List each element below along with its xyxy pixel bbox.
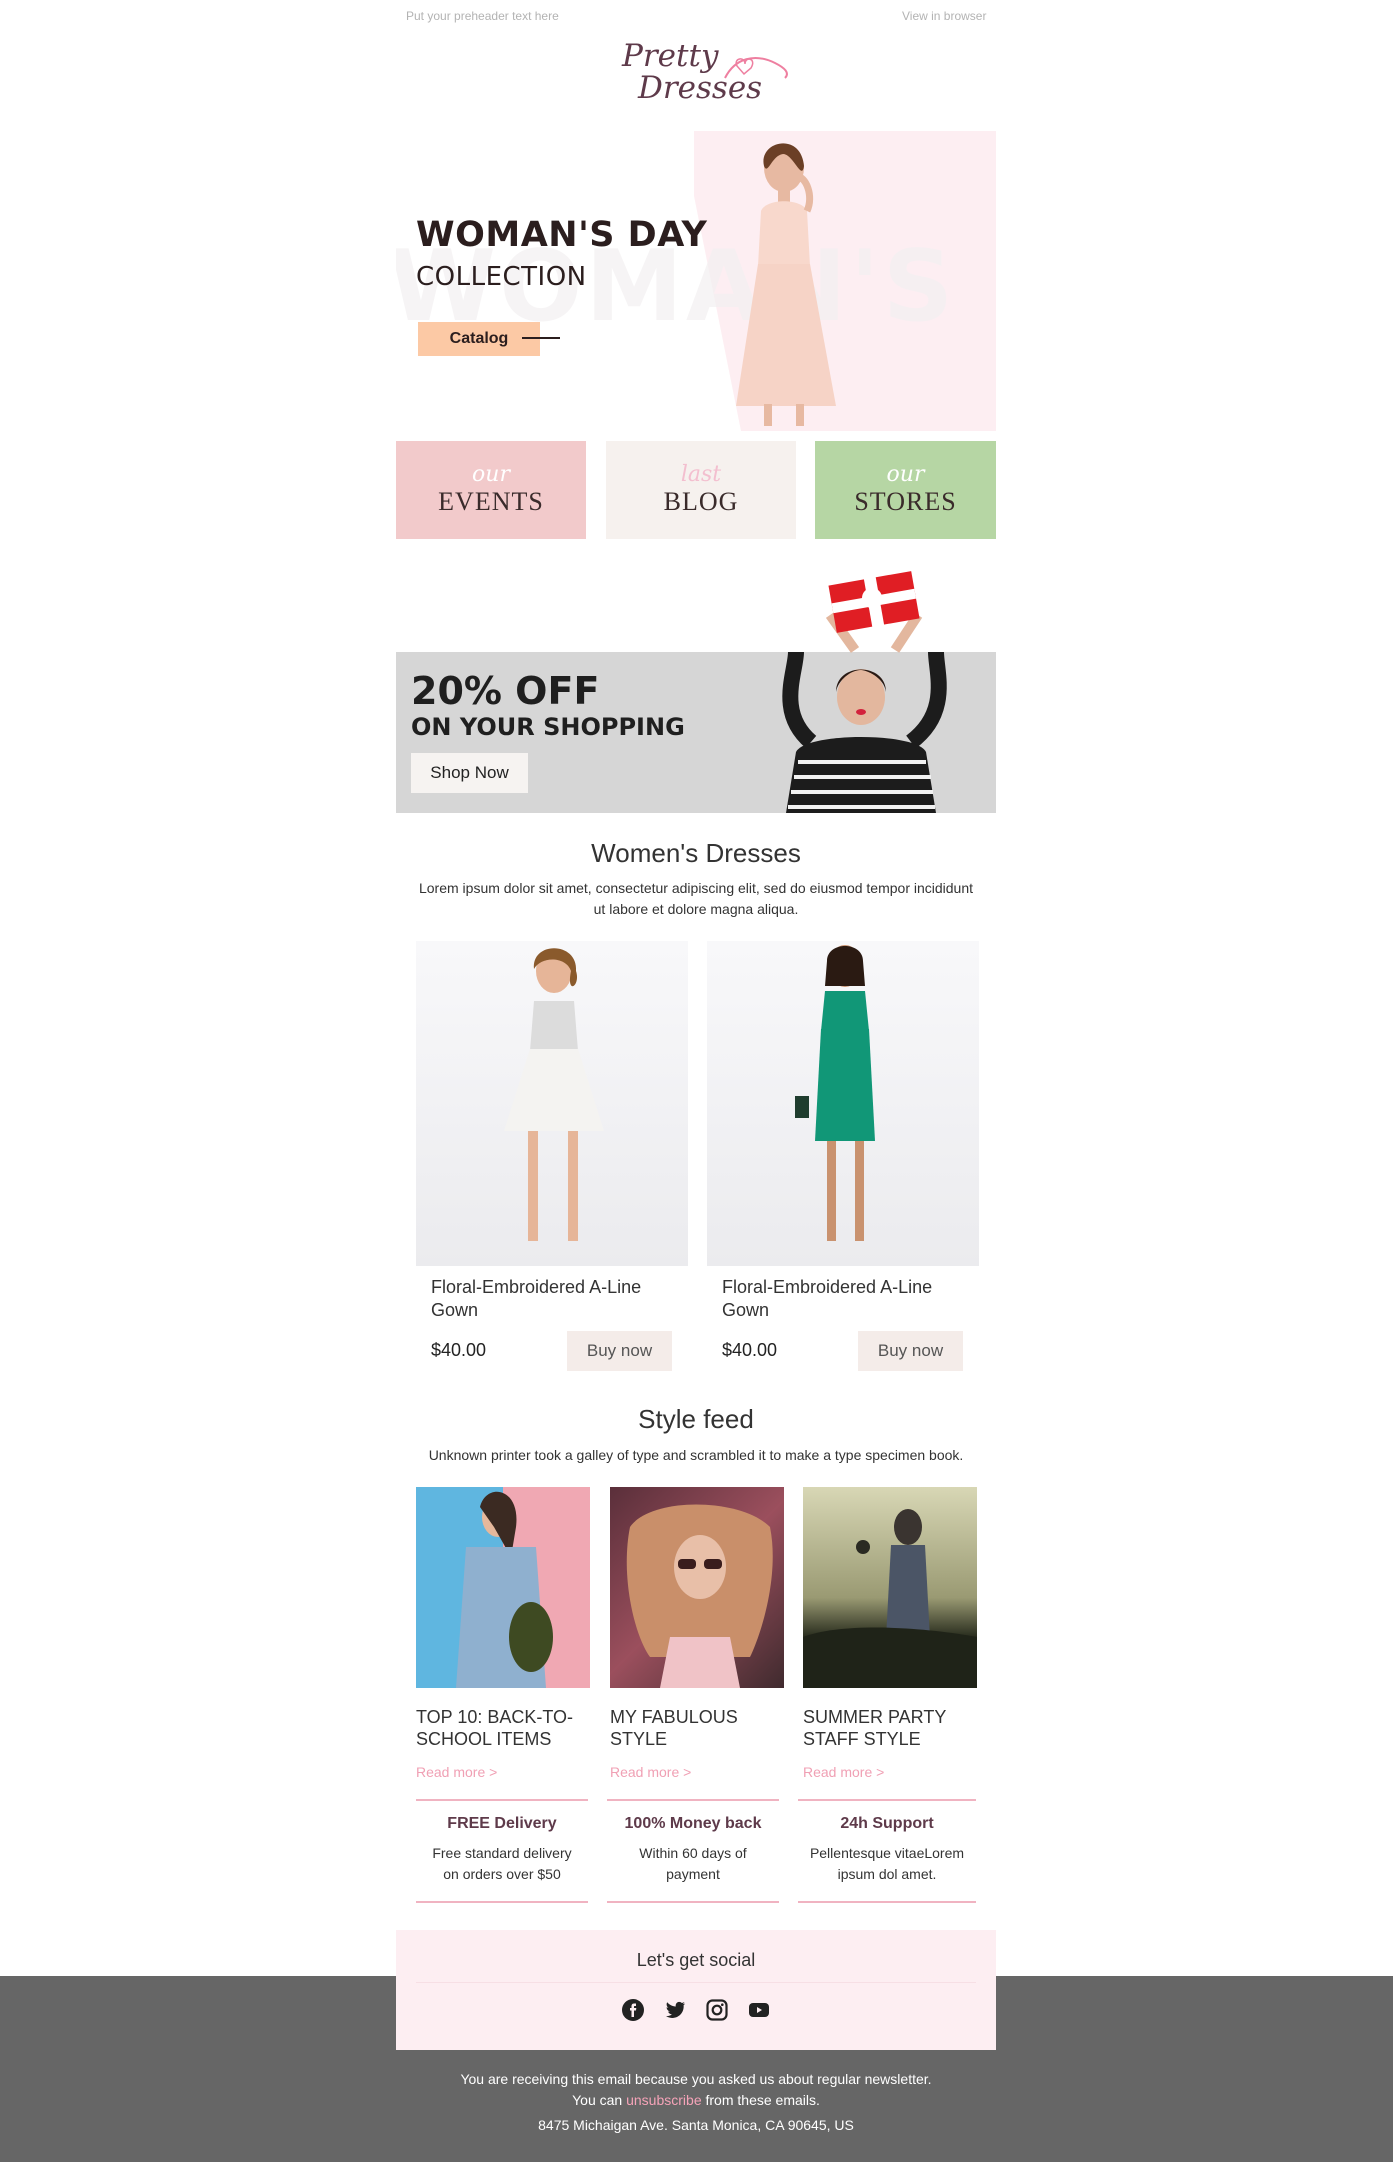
footer-unsubscribe-post: from these emails. xyxy=(701,2092,820,2108)
feed-photo-figure xyxy=(626,1504,773,1688)
tile-events-script: our xyxy=(472,462,510,487)
style-feed-description: Unknown printer took a galley of type an… xyxy=(428,1447,964,1463)
dresses-section-title: Women's Dresses xyxy=(591,838,801,868)
feed-image[interactable] xyxy=(803,1487,977,1688)
social-title: Let's get social xyxy=(636,1950,756,1970)
benefit-text: Pellentesque vitaeLorem ipsum dol amet. xyxy=(809,1845,965,1882)
footer-unsubscribe-pre: You can xyxy=(572,2092,627,2108)
tile-blog[interactable]: last BLOG xyxy=(606,441,796,539)
footer-notice: You are receiving this email because you… xyxy=(460,2071,932,2087)
tile-events-label: EVENTS xyxy=(438,487,544,516)
product-model-figure xyxy=(504,948,604,1241)
buy-now-button[interactable]: Buy now xyxy=(567,1331,672,1371)
promo-title: 20% OFF xyxy=(411,669,600,713)
instagram-icon[interactable] xyxy=(702,1995,732,2025)
tile-blog-script: last xyxy=(680,462,722,487)
product-image[interactable] xyxy=(416,941,688,1266)
feed-photo-figure xyxy=(803,1509,977,1688)
read-more-link[interactable]: Read more > xyxy=(610,1764,784,1780)
tile-stores-script: our xyxy=(886,462,925,487)
catalog-button[interactable]: Catalog xyxy=(418,322,540,356)
tile-blog-label: BLOG xyxy=(663,487,739,516)
promo-banner: 20% OFF ON YOUR SHOPPING Shop Now xyxy=(396,652,996,813)
facebook-icon[interactable] xyxy=(618,1995,648,2025)
product-name[interactable]: Floral-Embroidered A-Line Gown xyxy=(707,1276,979,1328)
feed-item: SUMMER PARTY STAFF STYLE Read more > xyxy=(803,1487,977,1780)
product-price: $40.00 xyxy=(431,1340,487,1360)
gift-box-icon xyxy=(825,569,923,653)
feed-image[interactable] xyxy=(416,1487,590,1688)
feed-item: TOP 10: BACK-TO-SCHOOL ITEMS Read more > xyxy=(416,1487,590,1780)
feed-item: MY FABULOUS STYLE Read more > xyxy=(610,1487,784,1780)
preheader-text: Put your preheader text here xyxy=(406,9,559,23)
view-in-browser-link[interactable]: View in browser xyxy=(902,9,986,23)
hero-title: WOMAN'S DAY xyxy=(416,215,708,255)
promo-model-image xyxy=(782,652,947,813)
benefit-text: Free standard delivery on orders over $5… xyxy=(432,1845,572,1882)
benefit-text: Within 60 days of payment xyxy=(639,1845,747,1882)
promo-subtitle: ON YOUR SHOPPING xyxy=(411,713,685,741)
social-box: Let's get social xyxy=(396,1930,996,2050)
logo-line-1: Pretty xyxy=(622,38,719,74)
style-feed-title: Style feed xyxy=(638,1404,754,1434)
product-model-figure xyxy=(795,945,875,1241)
youtube-icon[interactable] xyxy=(744,1995,774,2025)
hero-banner: WOMAN'S WOMAN'S DAY COLLECTION Catalog xyxy=(396,131,996,431)
benefit-title: 100% Money back xyxy=(624,1815,762,1832)
benefit-free-delivery: FREE Delivery Free standard delivery on … xyxy=(416,1799,588,1903)
footer-unsubscribe-line: You can unsubscribe from these emails. xyxy=(396,2090,996,2111)
hero-model-image xyxy=(736,143,836,426)
read-more-link[interactable]: Read more > xyxy=(416,1764,590,1780)
feed-title[interactable]: MY FABULOUS STYLE xyxy=(610,1706,784,1750)
unsubscribe-link[interactable]: unsubscribe xyxy=(626,2092,702,2108)
footer-address: 8475 Michaigan Ave. Santa Monica, CA 906… xyxy=(538,2117,854,2133)
buy-now-button[interactable]: Buy now xyxy=(858,1331,963,1371)
feed-image[interactable] xyxy=(610,1487,784,1688)
heart-swirl-icon xyxy=(724,57,788,79)
feed-title[interactable]: SUMMER PARTY STAFF STYLE xyxy=(803,1706,977,1750)
tile-events[interactable]: our EVENTS xyxy=(396,441,586,539)
read-more-link[interactable]: Read more > xyxy=(803,1764,977,1780)
benefit-title: FREE Delivery xyxy=(447,1815,557,1832)
hero-subtitle: COLLECTION xyxy=(416,262,587,292)
feed-photo-figure xyxy=(456,1491,553,1688)
tile-stores-label: STORES xyxy=(854,487,957,516)
catalog-line-decoration xyxy=(522,337,560,339)
benefit-title: 24h Support xyxy=(840,1815,934,1832)
product-price: $40.00 xyxy=(722,1340,778,1360)
feed-title[interactable]: TOP 10: BACK-TO-SCHOOL ITEMS xyxy=(416,1706,590,1750)
benefit-money-back: 100% Money back Within 60 days of paymen… xyxy=(607,1799,779,1903)
product-card: Floral-Embroidered A-Line Gown $40.00 Bu… xyxy=(707,941,979,1371)
twitter-icon[interactable] xyxy=(660,1995,690,2025)
product-image[interactable] xyxy=(707,941,979,1266)
product-name[interactable]: Floral-Embroidered A-Line Gown xyxy=(416,1276,688,1328)
shop-now-button[interactable]: Shop Now xyxy=(411,753,528,793)
tile-stores[interactable]: our STORES xyxy=(815,441,996,539)
social-icons xyxy=(396,1995,996,2025)
logo[interactable]: Pretty Dresses xyxy=(600,38,800,118)
product-card: Floral-Embroidered A-Line Gown $40.00 Bu… xyxy=(416,941,688,1371)
dresses-section-description: Lorem ipsum dolor sit amet, consectetur … xyxy=(418,880,974,917)
social-divider xyxy=(416,1982,976,1983)
benefit-support: 24h Support Pellentesque vitaeLorem ipsu… xyxy=(798,1799,976,1903)
